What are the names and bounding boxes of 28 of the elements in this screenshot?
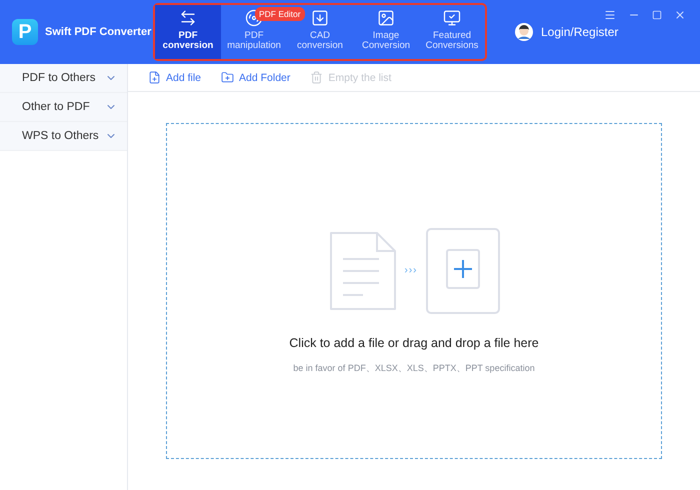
toolbar-button[interactable]: Add Folder xyxy=(221,71,290,84)
category-tab[interactable]: Image Conversion xyxy=(353,5,419,59)
drop-instruction: Click to add a file or drag and drop a file here xyxy=(289,336,539,350)
app-name: Swift PDF Converter xyxy=(45,26,149,38)
sidebar-item[interactable]: WPS to Others xyxy=(0,122,127,151)
category-tab[interactable]: Featured Conversions xyxy=(419,5,485,59)
close-icon[interactable] xyxy=(674,9,686,21)
avatar-icon xyxy=(515,23,533,41)
badge: PDF Editor xyxy=(255,7,305,21)
category-tab[interactable]: PDF conversion xyxy=(155,5,221,59)
maximize-icon[interactable] xyxy=(652,10,662,20)
image-icon xyxy=(377,9,395,27)
drop-area[interactable]: ››› Click to add a file or drag and drop a file here be in favor of PDF、XLSX、XLS、PPTX、PPT specification xyxy=(166,123,662,459)
trash-icon xyxy=(310,71,324,84)
monitor-icon xyxy=(443,9,461,27)
add-file-icon xyxy=(426,228,500,314)
toolbar-button[interactable]: Add file xyxy=(148,71,202,84)
sidebar-item[interactable]: Other to PDF xyxy=(0,93,127,122)
arrows: ››› xyxy=(404,265,418,276)
swap-arrows-icon xyxy=(179,9,197,27)
folder-plus-icon xyxy=(221,71,234,84)
app-logo: P xyxy=(12,19,38,45)
menu-icon[interactable] xyxy=(604,9,616,21)
document-icon xyxy=(328,230,396,310)
file-plus-icon xyxy=(148,71,161,84)
supported-formats: be in favor of PDF、XLSX、XLS、PPTX、PPT specification xyxy=(293,362,535,374)
login-button[interactable]: Login/Register xyxy=(515,23,618,41)
sidebar-item[interactable]: PDF to Others xyxy=(0,64,127,93)
